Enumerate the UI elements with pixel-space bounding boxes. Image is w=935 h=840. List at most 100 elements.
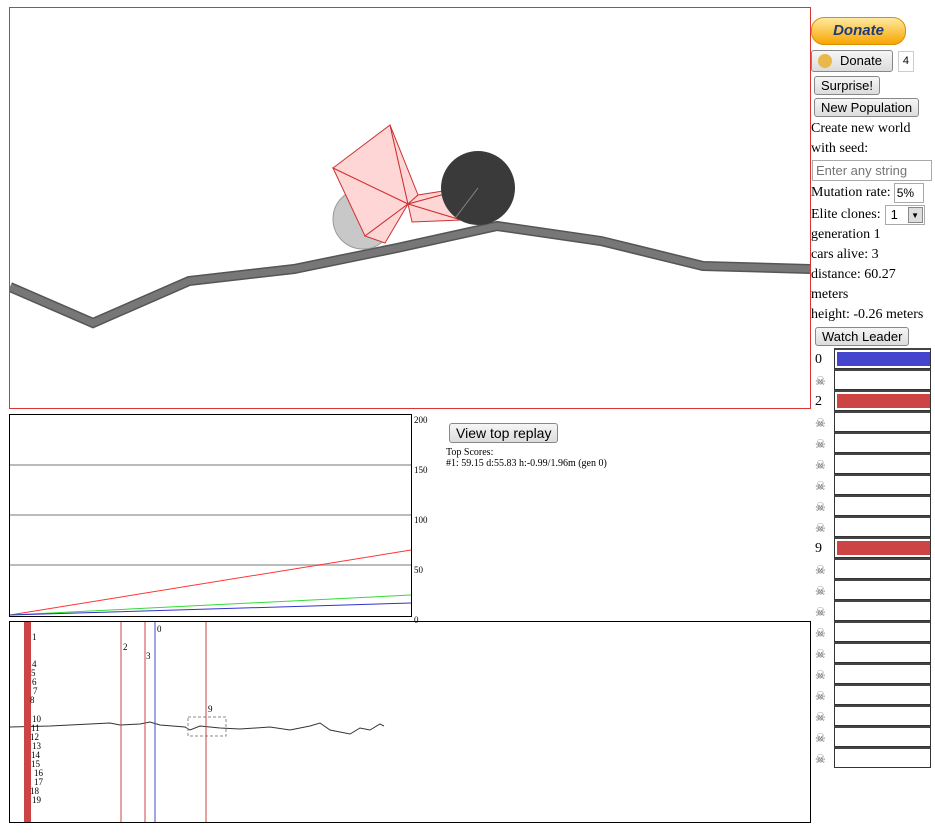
health-bar <box>834 411 931 432</box>
car-marker-label: 3 <box>146 651 151 661</box>
skull-icon: ☠ <box>815 626 826 640</box>
paypal-donate-button[interactable]: Donate <box>811 17 906 45</box>
y-tick-label: 150 <box>414 465 428 475</box>
skull-icon: ☠ <box>815 374 826 388</box>
simulation-canvas <box>8 7 811 409</box>
donate-count: 4 <box>897 50 915 72</box>
mutation-rate-input[interactable]: 5% <box>893 183 924 203</box>
car-label: 0 <box>815 352 822 367</box>
car-health-row: ☠ <box>811 369 933 390</box>
skull-icon: ☠ <box>815 668 826 682</box>
health-bar <box>834 600 931 621</box>
car-health-row: 2 <box>811 390 933 411</box>
health-bar <box>834 474 931 495</box>
top-score-entry: #1: 59.15 d:55.83 h:-0.99/1.96m (gen 0) <box>446 458 607 469</box>
minimap: 1 4 5 6 7 8 10 11 12 13 14 15 16 17 18 19 2 3 0 9 <box>9 621 811 823</box>
skull-icon: ☠ <box>815 458 826 472</box>
surprise-button[interactable]: Surprise! <box>814 76 881 95</box>
minimap-terrain <box>9 721 385 735</box>
elite-clones-select[interactable]: 1 ▼ <box>884 205 925 225</box>
skull-icon: ☠ <box>815 731 826 745</box>
generation-text: generation 1 <box>811 227 881 242</box>
health-bar <box>834 642 931 663</box>
health-bar <box>834 369 931 390</box>
car-marker-label: 0 <box>157 624 162 634</box>
sidebar: Donate Donate 4 Surprise! New Population… <box>811 17 933 768</box>
skull-icon: ☠ <box>815 521 826 535</box>
car-health-list: 0 ☠ 2 ☠ ☠ ☠ ☠ ☠ ☠ 9 ☠ ☠ ☠ ☠ ☠ ☠ ☠ ☠ ☠ ☠ <box>811 348 933 768</box>
coin-donate-button[interactable]: Donate <box>811 50 893 72</box>
skull-icon: ☠ <box>815 605 826 619</box>
car-label: 2 <box>815 394 822 409</box>
health-bar <box>834 390 931 411</box>
car-marker-label: 9 <box>208 704 213 714</box>
world-view <box>8 124 811 329</box>
car-health-row: ☠ <box>811 411 933 432</box>
car-health-row: ☠ <box>811 453 933 474</box>
health-bar <box>834 348 931 369</box>
car-health-row: 0 <box>811 348 933 369</box>
car-health-row: ☠ <box>811 684 933 705</box>
health-bar <box>834 432 931 453</box>
car-health-row: ☠ <box>811 474 933 495</box>
health-bar <box>834 684 931 705</box>
car-health-row: ☠ <box>811 495 933 516</box>
car-health-row: ☠ <box>811 726 933 747</box>
car-health-row: ☠ <box>811 600 933 621</box>
coin-icon <box>818 54 832 68</box>
car-marker-label: 19 <box>32 795 41 805</box>
health-fill <box>837 541 930 555</box>
y-tick-label: 200 <box>414 415 428 425</box>
seed-label: Create new world with seed: <box>811 121 911 156</box>
new-population-button[interactable]: New Population <box>814 98 920 117</box>
car-health-row: 9 <box>811 537 933 558</box>
mutation-label: Mutation rate: <box>811 185 891 200</box>
car-label: 9 <box>815 541 822 556</box>
score-graph <box>9 414 412 617</box>
elite-label: Elite clones: <box>811 207 881 222</box>
elite-value: 1 <box>890 207 898 222</box>
skull-icon: ☠ <box>815 710 826 724</box>
health-bar <box>834 579 931 600</box>
car-health-row: ☠ <box>811 516 933 537</box>
y-tick-label: 50 <box>414 565 423 575</box>
car-marker-label: 2 <box>123 642 128 652</box>
skull-icon: ☠ <box>815 479 826 493</box>
top-scores: Top Scores: #1: 59.15 d:55.83 h:-0.99/1.… <box>446 447 607 469</box>
skull-icon: ☠ <box>815 584 826 598</box>
skull-icon: ☠ <box>815 563 826 577</box>
car-health-row: ☠ <box>811 642 933 663</box>
health-bar <box>834 663 931 684</box>
chevron-down-icon[interactable]: ▼ <box>907 207 923 223</box>
health-bar <box>834 516 931 537</box>
health-fill <box>837 394 930 408</box>
y-tick-label: 100 <box>414 515 428 525</box>
car-health-row: ☠ <box>811 579 933 600</box>
cars-alive-text: cars alive: 3 <box>811 247 879 262</box>
car-marker-label: 1 <box>32 632 37 642</box>
skull-icon: ☠ <box>815 416 826 430</box>
car-health-row: ☠ <box>811 432 933 453</box>
skull-icon: ☠ <box>815 437 826 451</box>
height-text: height: -0.26 meters <box>811 307 924 322</box>
health-bar <box>834 747 931 768</box>
car-health-row: ☠ <box>811 747 933 768</box>
seed-input[interactable] <box>812 160 932 181</box>
skull-icon: ☠ <box>815 500 826 514</box>
car-health-row: ☠ <box>811 705 933 726</box>
health-bar <box>834 705 931 726</box>
skull-icon: ☠ <box>815 689 826 703</box>
car-marker-label: 8 <box>30 695 35 705</box>
health-bar <box>834 537 931 558</box>
health-bar <box>834 495 931 516</box>
health-bar <box>834 621 931 642</box>
view-top-replay-button[interactable]: View top replay <box>449 423 559 443</box>
watch-leader-button[interactable]: Watch Leader <box>815 327 910 346</box>
health-bar <box>834 558 931 579</box>
skull-icon: ☠ <box>815 647 826 661</box>
health-bar <box>834 453 931 474</box>
health-bar <box>834 726 931 747</box>
distance-text: distance: 60.27 meters <box>811 267 896 302</box>
skull-icon: ☠ <box>815 752 826 766</box>
health-fill <box>837 352 930 366</box>
